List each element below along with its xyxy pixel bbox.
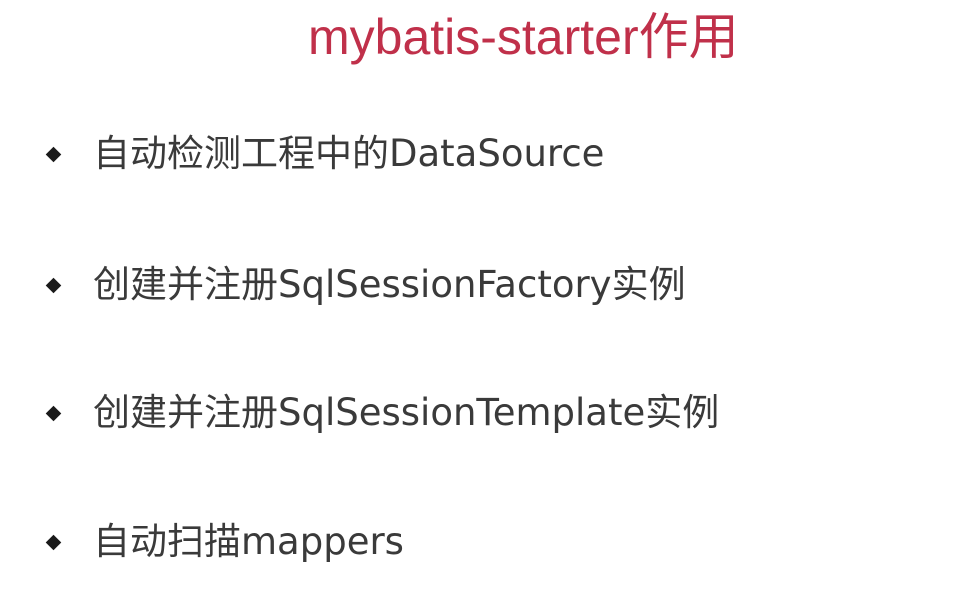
diamond-bullet-icon bbox=[45, 534, 62, 550]
diamond-bullet-icon bbox=[45, 146, 62, 162]
diamond-bullet-icon bbox=[45, 405, 62, 421]
slide: mybatis-starter作用 自动检测工程中的DataSource 创建并… bbox=[0, 0, 955, 602]
bullet-item: 自动扫描mappers bbox=[44, 512, 404, 572]
bullet-text: 创建并注册SqlSessionFactory实例 bbox=[93, 263, 686, 306]
bullet-item: 自动检测工程中的DataSource bbox=[44, 124, 604, 184]
bullet-text: 自动检测工程中的DataSource bbox=[93, 132, 605, 175]
slide-title: mybatis-starter作用 bbox=[308, 9, 739, 65]
bullet-item: 创建并注册SqlSessionFactory实例 bbox=[44, 255, 686, 315]
bullet-text: 自动扫描mappers bbox=[93, 520, 404, 563]
bullet-text: 创建并注册SqlSessionTemplate实例 bbox=[93, 391, 720, 434]
bullet-item: 创建并注册SqlSessionTemplate实例 bbox=[44, 383, 719, 443]
diamond-bullet-icon bbox=[45, 277, 62, 293]
